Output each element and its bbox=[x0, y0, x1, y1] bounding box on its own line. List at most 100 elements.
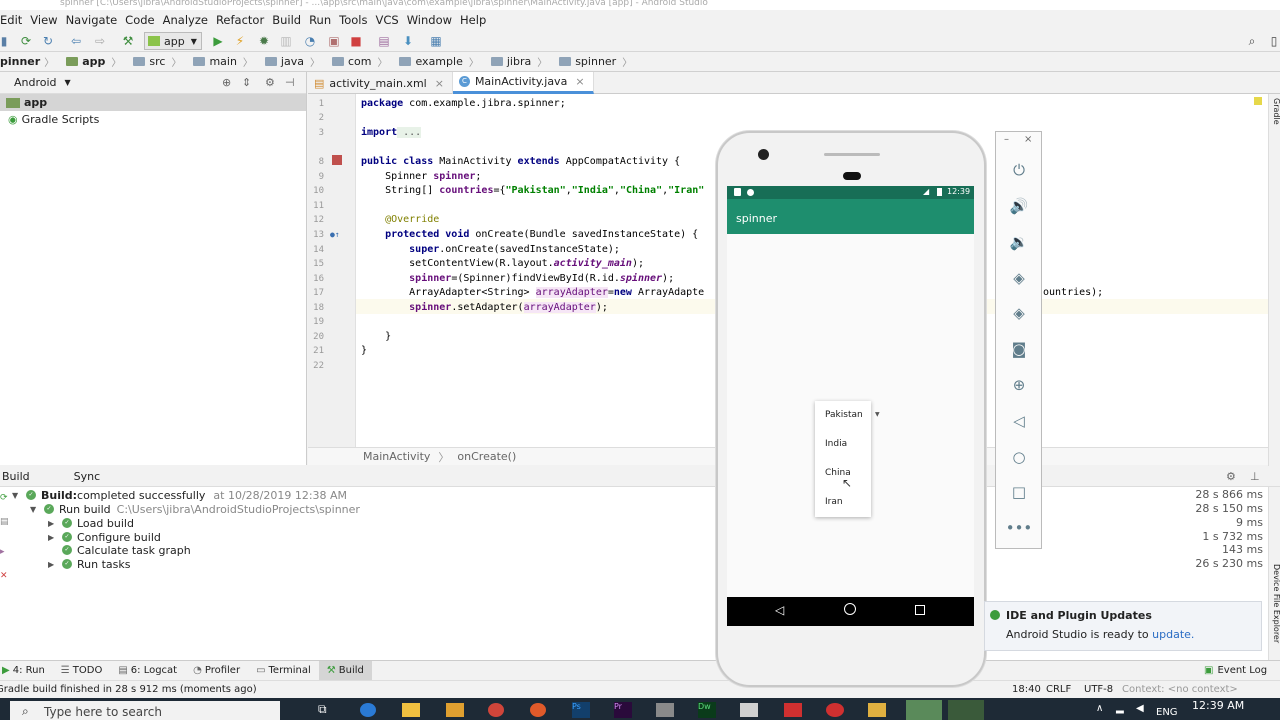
breadcrumb-spinner[interactable]: spinner 〉 bbox=[553, 54, 638, 69]
make-project-icon[interactable]: ⚒ bbox=[120, 33, 136, 49]
run-config-select[interactable]: app ▼ bbox=[144, 32, 202, 50]
run-tool-tab[interactable]: ▶ 4: Run bbox=[0, 661, 53, 681]
editor-breadcrumb-class[interactable]: MainActivity bbox=[363, 450, 430, 463]
nav-recents-icon[interactable] bbox=[915, 605, 925, 615]
editor-breadcrumb-method[interactable]: onCreate() bbox=[457, 450, 516, 463]
menu-analyze[interactable]: Analyze bbox=[163, 13, 216, 27]
hide-icon[interactable]: ⊣ bbox=[285, 76, 295, 89]
search-icon[interactable]: ⌕ bbox=[1244, 33, 1260, 49]
close-build-icon[interactable]: ✕ bbox=[0, 571, 8, 581]
emulator-taskbar-icon[interactable] bbox=[948, 700, 984, 720]
profile-icon[interactable]: ◔ bbox=[302, 33, 318, 49]
volume-up-icon[interactable]: 🔊 bbox=[1009, 196, 1029, 216]
menu-build[interactable]: Build bbox=[272, 13, 309, 27]
sdk-manager-icon[interactable]: ⬇ bbox=[400, 33, 416, 49]
debug-icon[interactable]: ✹ bbox=[256, 33, 272, 49]
taskbar-search-input[interactable]: ⌕ Type here to search bbox=[10, 701, 280, 720]
tree-item-gradle-scripts[interactable]: ◉ Gradle Scripts bbox=[0, 111, 306, 128]
collapse-icon[interactable]: ⇕ bbox=[242, 76, 251, 89]
spinner-arrow-icon[interactable]: ▼ bbox=[875, 411, 880, 418]
back-icon[interactable]: ◁ bbox=[1009, 411, 1029, 431]
minimize-icon[interactable]: – bbox=[1004, 134, 1009, 145]
more-icon[interactable]: ••• bbox=[1006, 518, 1033, 538]
save-icon[interactable]: ▮ bbox=[0, 33, 12, 49]
premiere-icon[interactable]: Pr bbox=[614, 702, 632, 718]
nav-home-icon[interactable] bbox=[844, 603, 856, 615]
photoshop-icon[interactable]: Ps bbox=[572, 702, 590, 718]
menu-tools[interactable]: Tools bbox=[339, 13, 375, 27]
zoom-icon[interactable]: ⊕ bbox=[1009, 375, 1029, 395]
attach-debugger-icon[interactable]: ▥ bbox=[278, 33, 294, 49]
opera-icon[interactable] bbox=[826, 703, 844, 717]
layout-inspector-icon[interactable]: ▦ bbox=[428, 33, 444, 49]
build-row-run-build[interactable]: ▼ ✓ Run build C:\Users\jibra\AndroidStud… bbox=[30, 502, 360, 516]
power-icon[interactable]: ⏻ bbox=[1009, 160, 1029, 180]
app-icon[interactable] bbox=[656, 703, 674, 717]
build-row-calculate-task-graph[interactable]: ✓ Calculate task graph bbox=[62, 543, 191, 557]
breadcrumb-com[interactable]: com 〉 bbox=[326, 54, 394, 69]
terminal-tool-tab[interactable]: ▭ Terminal bbox=[248, 661, 319, 681]
nav-back-icon[interactable]: ◁ bbox=[775, 603, 784, 617]
menu-vcs[interactable]: VCS bbox=[375, 13, 406, 27]
breadcrumb-example[interactable]: example 〉 bbox=[393, 54, 484, 69]
tab-mainactivity-java[interactable]: C MainActivity.java × bbox=[452, 72, 594, 94]
event-log-tab[interactable]: ▣ Event Log bbox=[1196, 661, 1275, 681]
profiler-tool-tab[interactable]: ◔ Profiler bbox=[185, 661, 248, 681]
target-icon[interactable]: ⊕ bbox=[222, 76, 231, 89]
rebuild-icon[interactable]: ⟳ bbox=[0, 493, 8, 503]
run-icon[interactable]: ▶ bbox=[210, 33, 226, 49]
explorer-icon[interactable] bbox=[446, 703, 464, 717]
gear-icon[interactable]: ⚙ bbox=[265, 76, 275, 89]
breadcrumb-main[interactable]: main 〉 bbox=[187, 54, 258, 69]
analysis-status-icon[interactable] bbox=[1254, 97, 1262, 105]
build-row-configure-build[interactable]: ▶ ✓ Configure build bbox=[48, 530, 161, 544]
avd-manager-icon[interactable]: ▤ bbox=[376, 33, 392, 49]
sidebar-icon[interactable]: ▯ bbox=[1266, 33, 1280, 49]
dreamweaver-icon[interactable]: Dw bbox=[698, 702, 716, 718]
rotate-left-icon[interactable]: ◈ bbox=[1009, 268, 1029, 288]
app-icon[interactable] bbox=[784, 703, 802, 717]
attach-process-icon[interactable]: ▣ bbox=[326, 33, 342, 49]
build-row-load-build[interactable]: ▶ ✓ Load build bbox=[48, 516, 134, 530]
chevron-down-icon[interactable]: ▼ bbox=[65, 78, 71, 87]
taskbar-clock[interactable]: 12:39 AM bbox=[1192, 699, 1244, 712]
chrome-icon[interactable] bbox=[488, 703, 504, 717]
firefox-icon[interactable] bbox=[530, 703, 546, 717]
todo-tool-tab[interactable]: ☰ TODO bbox=[53, 661, 111, 681]
spinner-option-india[interactable]: India bbox=[825, 439, 847, 449]
store-icon[interactable] bbox=[402, 703, 420, 717]
menu-navigate[interactable]: Navigate bbox=[66, 13, 126, 27]
menu-edit[interactable]: Edit bbox=[0, 13, 30, 27]
close-icon[interactable]: × bbox=[1024, 134, 1032, 145]
breadcrumb-jibra[interactable]: jibra 〉 bbox=[485, 54, 553, 69]
menu-window[interactable]: Window bbox=[407, 13, 460, 27]
menu-help[interactable]: Help bbox=[460, 13, 494, 27]
file-encoding[interactable]: UTF-8 bbox=[1084, 684, 1113, 695]
menu-code[interactable]: Code bbox=[125, 13, 162, 27]
overview-icon[interactable]: □ bbox=[1009, 482, 1029, 502]
caret-position[interactable]: 18:40 bbox=[1012, 684, 1041, 695]
network-icon[interactable]: ▂ bbox=[1116, 703, 1124, 714]
tree-item-app[interactable]: app bbox=[0, 94, 306, 111]
breadcrumb-src[interactable]: src 〉 bbox=[127, 54, 187, 69]
hide-icon[interactable]: ⊥ bbox=[1250, 470, 1260, 483]
sync-tab[interactable]: Sync bbox=[62, 470, 113, 483]
volume-icon[interactable]: ◀ bbox=[1136, 703, 1144, 714]
volume-down-icon[interactable]: 🔉 bbox=[1009, 232, 1029, 252]
logcat-tool-tab[interactable]: ▤ 6: Logcat bbox=[110, 661, 185, 681]
spinner-option-iran[interactable]: Iran bbox=[825, 497, 843, 507]
gear-icon[interactable]: ⚙ bbox=[1226, 470, 1236, 483]
line-separator[interactable]: CRLF bbox=[1046, 684, 1071, 695]
refresh-icon[interactable]: ↻ bbox=[40, 33, 56, 49]
folder-icon[interactable] bbox=[868, 703, 886, 717]
menu-view[interactable]: View bbox=[30, 13, 65, 27]
menu-refactor[interactable]: Refactor bbox=[216, 13, 272, 27]
build-tool-tab[interactable]: ⚒ Build bbox=[318, 660, 372, 681]
breadcrumb-java[interactable]: java 〉 bbox=[259, 54, 326, 69]
forward-icon[interactable]: ⇨ bbox=[92, 33, 108, 49]
task-view-icon[interactable]: ⧉ bbox=[318, 702, 327, 717]
update-link[interactable]: update. bbox=[1152, 628, 1194, 641]
breadcrumb-project[interactable]: pinner 〉 bbox=[0, 54, 60, 69]
project-view-select[interactable]: Android bbox=[14, 76, 57, 89]
menu-run[interactable]: Run bbox=[309, 13, 339, 27]
